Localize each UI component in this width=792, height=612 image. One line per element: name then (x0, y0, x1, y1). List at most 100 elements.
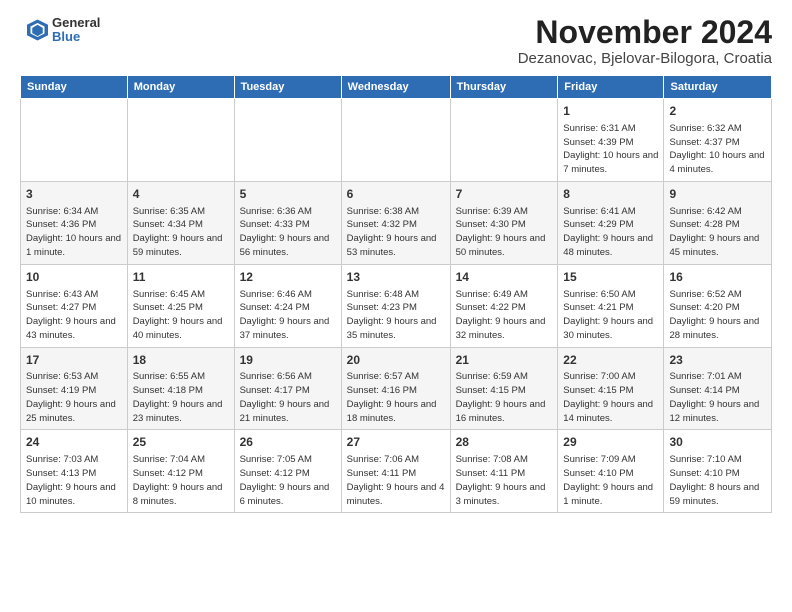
day-number: 29 (563, 434, 658, 451)
table-row: 29 Sunrise: 7:09 AM Sunset: 4:10 PM Dayli… (558, 430, 664, 513)
day-number: 27 (347, 434, 445, 451)
table-row: 16 Sunrise: 6:52 AM Sunset: 4:20 PM Dayli… (664, 264, 772, 347)
day-number: 13 (347, 269, 445, 286)
table-row: 12 Sunrise: 6:46 AM Sunset: 4:24 PM Dayli… (234, 264, 341, 347)
day-info: Sunrise: 6:45 AM Sunset: 4:25 PM Dayligh… (133, 288, 229, 343)
day-info: Sunrise: 6:31 AM Sunset: 4:39 PM Dayligh… (563, 122, 658, 177)
logo: General Blue (20, 16, 100, 45)
day-info: Sunrise: 7:01 AM Sunset: 4:14 PM Dayligh… (669, 370, 766, 425)
day-info: Sunrise: 6:50 AM Sunset: 4:21 PM Dayligh… (563, 288, 658, 343)
table-row: 7 Sunrise: 6:39 AM Sunset: 4:30 PM Daylig… (450, 181, 558, 264)
day-number: 23 (669, 352, 766, 369)
col-friday: Friday (558, 76, 664, 99)
calendar-week-row: 1 Sunrise: 6:31 AM Sunset: 4:39 PM Daylig… (21, 99, 772, 182)
table-row: 26 Sunrise: 7:05 AM Sunset: 4:12 PM Dayli… (234, 430, 341, 513)
day-info: Sunrise: 6:34 AM Sunset: 4:36 PM Dayligh… (26, 205, 122, 260)
table-row: 5Sunrise: 6:36 AM Sunset: 4:33 PM Daylig… (234, 181, 341, 264)
table-row: 8 Sunrise: 6:41 AM Sunset: 4:29 PM Daylig… (558, 181, 664, 264)
table-row: 27 Sunrise: 7:06 AM Sunset: 4:11 PM Dayli… (341, 430, 450, 513)
day-number: 9 (669, 186, 766, 203)
day-number: 17 (26, 352, 122, 369)
month-title: November 2024 (518, 16, 772, 48)
calendar-week-row: 3 Sunrise: 6:34 AM Sunset: 4:36 PM Daylig… (21, 181, 772, 264)
day-number: 28 (456, 434, 553, 451)
day-number: 18 (133, 352, 229, 369)
day-number: 26 (240, 434, 336, 451)
table-row: 17Sunrise: 6:53 AM Sunset: 4:19 PM Dayli… (21, 347, 128, 430)
day-number: 30 (669, 434, 766, 451)
day-info: Sunrise: 7:09 AM Sunset: 4:10 PM Dayligh… (563, 453, 658, 508)
calendar-header-row: Sunday Monday Tuesday Wednesday Thursday… (21, 76, 772, 99)
day-number: 6 (347, 186, 445, 203)
table-row: 21Sunrise: 6:59 AM Sunset: 4:15 PM Dayli… (450, 347, 558, 430)
table-row: 23Sunrise: 7:01 AM Sunset: 4:14 PM Dayli… (664, 347, 772, 430)
day-number: 14 (456, 269, 553, 286)
day-info: Sunrise: 6:53 AM Sunset: 4:19 PM Dayligh… (26, 370, 122, 425)
day-info: Sunrise: 6:36 AM Sunset: 4:33 PM Dayligh… (240, 205, 336, 260)
day-number: 21 (456, 352, 553, 369)
calendar-week-row: 24 Sunrise: 7:03 AM Sunset: 4:13 PM Dayli… (21, 430, 772, 513)
table-row: 13Sunrise: 6:48 AM Sunset: 4:23 PM Dayli… (341, 264, 450, 347)
day-number: 1 (563, 103, 658, 120)
day-number: 12 (240, 269, 336, 286)
calendar-week-row: 17Sunrise: 6:53 AM Sunset: 4:19 PM Dayli… (21, 347, 772, 430)
table-row: 22Sunrise: 7:00 AM Sunset: 4:15 PM Dayli… (558, 347, 664, 430)
logo-blue: Blue (52, 30, 100, 44)
day-info: Sunrise: 7:03 AM Sunset: 4:13 PM Dayligh… (26, 453, 122, 508)
table-row (341, 99, 450, 182)
col-tuesday: Tuesday (234, 76, 341, 99)
logo-general: General (52, 16, 100, 30)
table-row: 30 Sunrise: 7:10 AM Sunset: 4:10 PM Dayli… (664, 430, 772, 513)
table-row (127, 99, 234, 182)
day-number: 19 (240, 352, 336, 369)
title-area: November 2024 Dezanovac, Bjelovar-Bilogo… (518, 16, 772, 67)
table-row: 20Sunrise: 6:57 AM Sunset: 4:16 PM Dayli… (341, 347, 450, 430)
day-info: Sunrise: 7:05 AM Sunset: 4:12 PM Dayligh… (240, 453, 336, 508)
day-info: Sunrise: 6:39 AM Sunset: 4:30 PM Dayligh… (456, 205, 553, 260)
day-info: Sunrise: 6:32 AM Sunset: 4:37 PM Dayligh… (669, 122, 766, 177)
day-number: 8 (563, 186, 658, 203)
table-row: 15 Sunrise: 6:50 AM Sunset: 4:21 PM Dayli… (558, 264, 664, 347)
day-number: 4 (133, 186, 229, 203)
day-number: 15 (563, 269, 658, 286)
page: General Blue November 2024 Dezanovac, Bj… (0, 0, 792, 523)
table-row: 4 Sunrise: 6:35 AM Sunset: 4:34 PM Daylig… (127, 181, 234, 264)
day-number: 7 (456, 186, 553, 203)
day-info: Sunrise: 7:04 AM Sunset: 4:12 PM Dayligh… (133, 453, 229, 508)
table-row: 25 Sunrise: 7:04 AM Sunset: 4:12 PM Dayli… (127, 430, 234, 513)
col-sunday: Sunday (21, 76, 128, 99)
day-number: 25 (133, 434, 229, 451)
day-info: Sunrise: 6:52 AM Sunset: 4:20 PM Dayligh… (669, 288, 766, 343)
day-info: Sunrise: 6:49 AM Sunset: 4:22 PM Dayligh… (456, 288, 553, 343)
table-row: 2 Sunrise: 6:32 AM Sunset: 4:37 PM Daylig… (664, 99, 772, 182)
col-saturday: Saturday (664, 76, 772, 99)
day-number: 16 (669, 269, 766, 286)
table-row: 18Sunrise: 6:55 AM Sunset: 4:18 PM Dayli… (127, 347, 234, 430)
table-row: 10Sunrise: 6:43 AM Sunset: 4:27 PM Dayli… (21, 264, 128, 347)
day-info: Sunrise: 7:06 AM Sunset: 4:11 PM Dayligh… (347, 453, 445, 508)
day-number: 2 (669, 103, 766, 120)
header: General Blue November 2024 Dezanovac, Bj… (20, 16, 772, 67)
day-info: Sunrise: 7:10 AM Sunset: 4:10 PM Dayligh… (669, 453, 766, 508)
table-row: 6 Sunrise: 6:38 AM Sunset: 4:32 PM Daylig… (341, 181, 450, 264)
day-info: Sunrise: 6:46 AM Sunset: 4:24 PM Dayligh… (240, 288, 336, 343)
day-number: 10 (26, 269, 122, 286)
day-info: Sunrise: 7:08 AM Sunset: 4:11 PM Dayligh… (456, 453, 553, 508)
day-info: Sunrise: 6:42 AM Sunset: 4:28 PM Dayligh… (669, 205, 766, 260)
table-row (450, 99, 558, 182)
day-info: Sunrise: 6:56 AM Sunset: 4:17 PM Dayligh… (240, 370, 336, 425)
day-number: 24 (26, 434, 122, 451)
day-info: Sunrise: 6:55 AM Sunset: 4:18 PM Dayligh… (133, 370, 229, 425)
day-number: 3 (26, 186, 122, 203)
table-row: 1 Sunrise: 6:31 AM Sunset: 4:39 PM Daylig… (558, 99, 664, 182)
calendar-week-row: 10Sunrise: 6:43 AM Sunset: 4:27 PM Dayli… (21, 264, 772, 347)
table-row: 3 Sunrise: 6:34 AM Sunset: 4:36 PM Daylig… (21, 181, 128, 264)
col-monday: Monday (127, 76, 234, 99)
day-info: Sunrise: 6:41 AM Sunset: 4:29 PM Dayligh… (563, 205, 658, 260)
day-info: Sunrise: 6:38 AM Sunset: 4:32 PM Dayligh… (347, 205, 445, 260)
table-row: 19Sunrise: 6:56 AM Sunset: 4:17 PM Dayli… (234, 347, 341, 430)
location: Dezanovac, Bjelovar-Bilogora, Croatia (518, 50, 772, 67)
day-number: 11 (133, 269, 229, 286)
day-info: Sunrise: 6:35 AM Sunset: 4:34 PM Dayligh… (133, 205, 229, 260)
day-info: Sunrise: 6:57 AM Sunset: 4:16 PM Dayligh… (347, 370, 445, 425)
